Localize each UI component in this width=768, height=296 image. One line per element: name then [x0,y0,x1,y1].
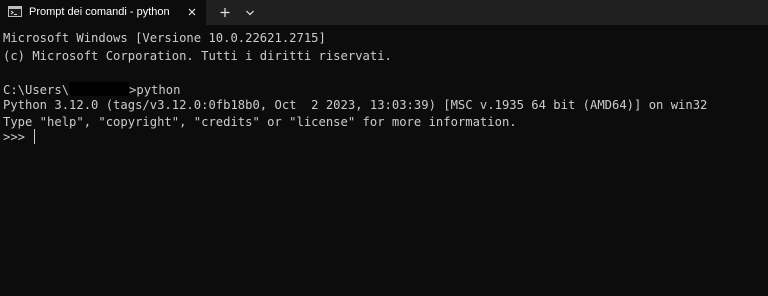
typed-command: >python [129,83,181,97]
chevron-down-icon[interactable] [240,2,260,23]
tab-title: Prompt dei comandi - python [29,6,170,18]
close-icon[interactable] [186,6,198,18]
redacted-username [69,82,130,96]
output-line-windows-version: Microsoft Windows [Versione 10.0.22621.2… [3,31,326,45]
text-cursor [34,129,36,144]
prompt-path: C:\Users\ [3,83,70,97]
output-line-python-version: Python 3.12.0 (tags/v3.12.0:0fb18b0, Oct… [3,98,708,112]
output-line-help: Type "help", "copyright", "credits" or "… [3,115,517,129]
command-prompt-icon [8,6,22,17]
output-line-copyright: (c) Microsoft Corporation. Tutti i dirit… [3,49,392,63]
plus-icon[interactable] [214,2,236,23]
repl-prompt: >>> [3,130,33,144]
terminal-window: Prompt dei comandi - python Microsoft Wi… [0,0,768,296]
tab-bar: Prompt dei comandi - python [0,0,768,25]
repl-input-line[interactable]: >>> [3,129,36,145]
tab-command-prompt[interactable]: Prompt dei comandi - python [0,0,206,25]
terminal-output[interactable]: Microsoft Windows [Versione 10.0.22621.2… [0,25,768,296]
command-line: C:\Users\ >python [3,82,180,98]
